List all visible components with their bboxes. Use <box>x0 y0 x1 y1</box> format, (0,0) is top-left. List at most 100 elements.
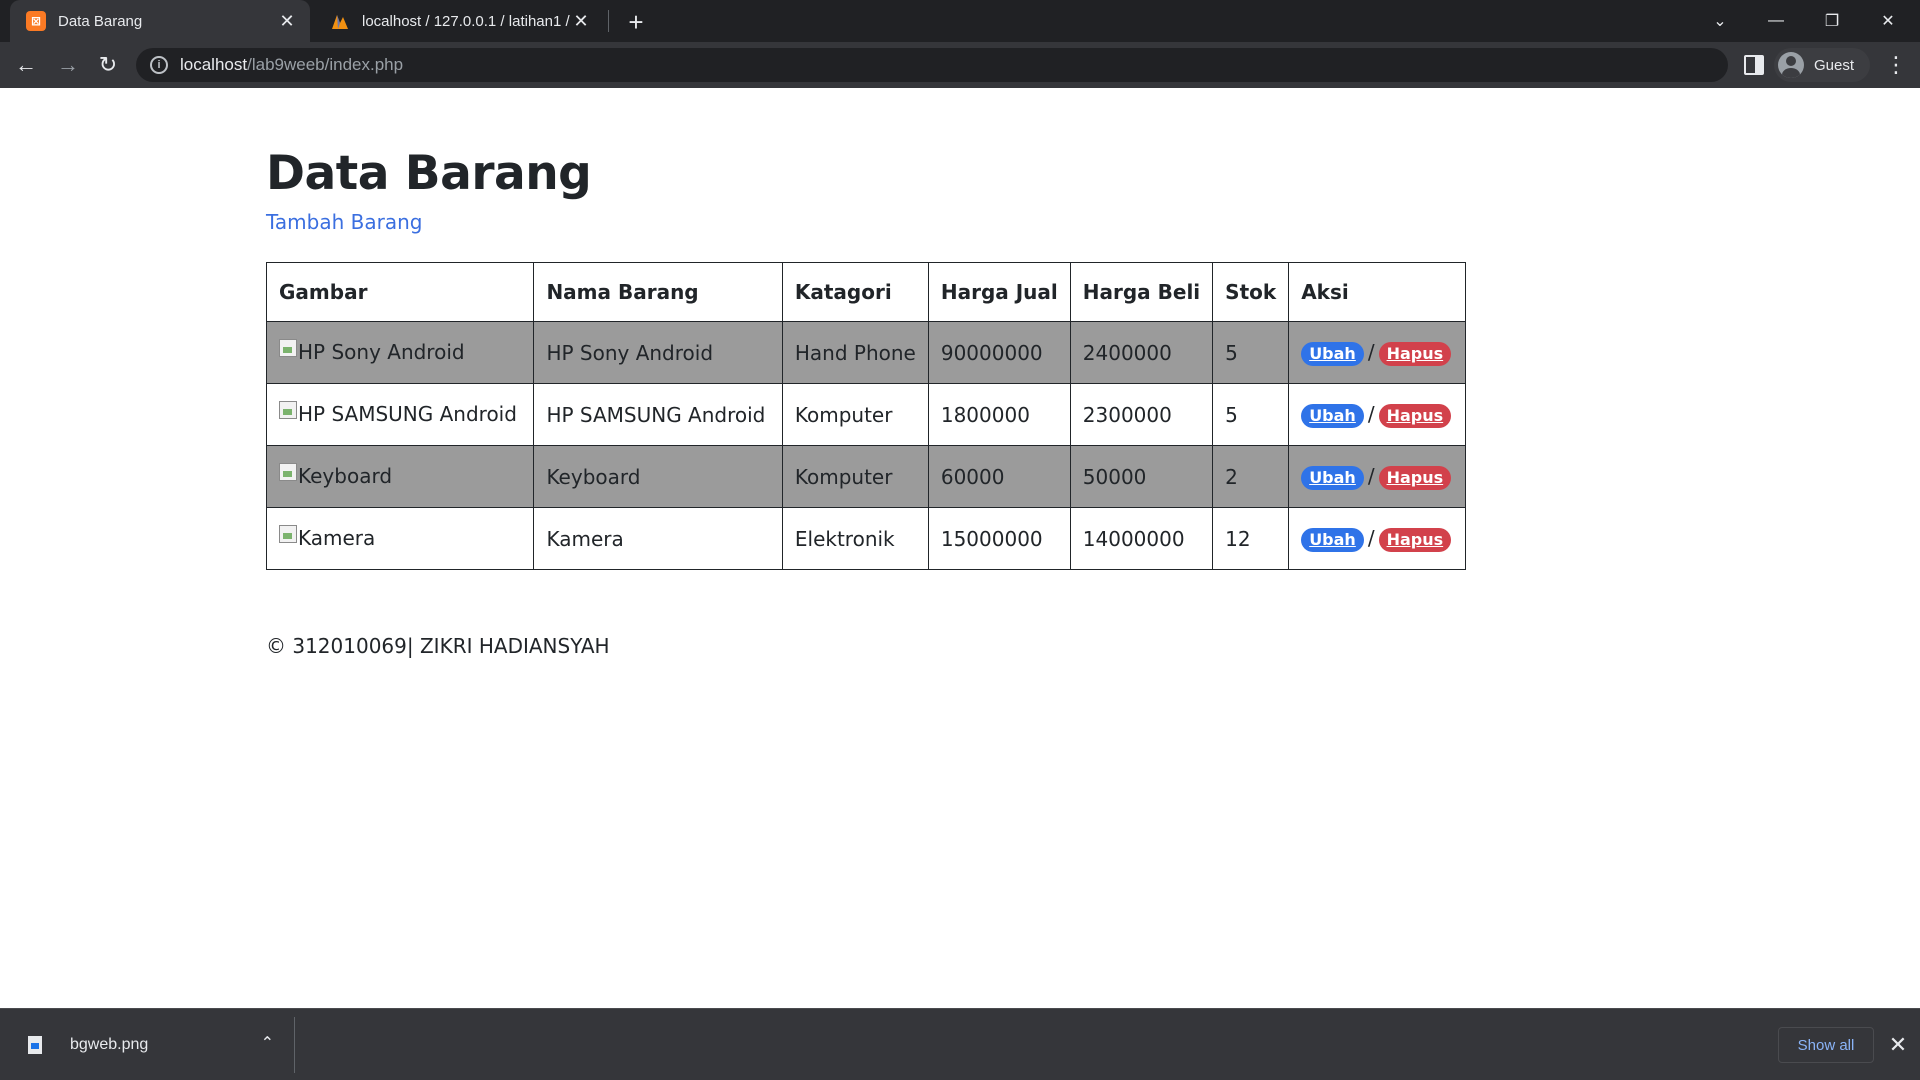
sell-price-cell: 60000 <box>927 445 1071 509</box>
download-file-name: bgweb.png <box>70 1036 149 1053</box>
stock-cell: 2 <box>1212 445 1290 509</box>
delete-button[interactable]: Hapus <box>1378 528 1452 552</box>
image-alt-text: Kamera <box>298 525 376 550</box>
name-cell: HP Sony Android <box>533 321 783 385</box>
restore-button[interactable]: ❐ <box>1804 0 1860 42</box>
stock-cell: 5 <box>1212 383 1290 447</box>
table-row: Keyboard Keyboard Komputer 60000 50000 2… <box>265 445 1466 509</box>
image-cell: Keyboard <box>265 445 535 509</box>
column-header: Aksi <box>1288 262 1466 323</box>
close-icon[interactable]: ✕ <box>276 10 298 32</box>
reload-button[interactable]: ↻ <box>92 49 124 81</box>
action-separator: / <box>1367 402 1375 427</box>
column-header: Stok <box>1212 262 1290 323</box>
buy-price-cell: 14000000 <box>1069 507 1214 571</box>
avatar-icon <box>1778 52 1804 78</box>
profile-button[interactable]: Guest <box>1774 48 1870 82</box>
close-icon[interactable]: ✕ <box>1884 1031 1912 1059</box>
xampp-icon: ⊠ <box>26 11 46 31</box>
address-bar[interactable]: i localhost/lab9weeb/index.php <box>136 48 1728 82</box>
menu-kebab-icon[interactable]: ⋮ <box>1880 49 1912 81</box>
broken-image-icon <box>279 400 297 419</box>
action-cell: Ubah / Hapus <box>1288 383 1466 447</box>
name-cell: HP SAMSUNG Android <box>533 383 783 447</box>
tab-data-barang[interactable]: ⊠ Data Barang ✕ <box>10 0 310 42</box>
action-cell: Ubah / Hapus <box>1288 321 1466 385</box>
footer-copyright: © 312010069| ZIKRI HADIANSYAH <box>266 634 610 659</box>
page-title: Data Barang <box>266 146 592 201</box>
sell-price-cell: 15000000 <box>927 507 1071 571</box>
download-divider <box>294 1017 295 1073</box>
chevron-up-icon[interactable]: ⌃ <box>261 1033 274 1053</box>
column-header: Nama Barang <box>533 262 783 323</box>
tab-divider <box>608 10 609 32</box>
image-alt-text: HP SAMSUNG Android <box>298 401 517 426</box>
buy-price-cell: 50000 <box>1069 445 1214 509</box>
browser-toolbar: ← → ↻ i localhost/lab9weeb/index.php Gue… <box>0 42 1920 88</box>
broken-image-icon <box>279 524 297 543</box>
minimize-button[interactable]: — <box>1748 0 1804 42</box>
column-header: Harga Beli <box>1069 262 1214 323</box>
action-separator: / <box>1367 464 1375 489</box>
download-item[interactable]: bgweb.png ⌃ <box>0 1009 294 1080</box>
phpmyadmin-icon <box>330 11 350 31</box>
column-header: Harga Jual <box>927 262 1071 323</box>
sell-price-cell: 90000000 <box>927 321 1071 385</box>
file-icon <box>28 1036 42 1054</box>
image-cell: HP SAMSUNG Android <box>265 383 535 447</box>
category-cell: Elektronik <box>781 507 929 571</box>
action-cell: Ubah / Hapus <box>1288 507 1466 571</box>
image-cell: Kamera <box>265 507 535 571</box>
action-separator: / <box>1367 340 1375 365</box>
tab-title: localhost / 127.0.0.1 / latihan1 / d <box>362 12 570 30</box>
side-panel-icon[interactable] <box>1744 55 1764 75</box>
edit-button[interactable]: Ubah <box>1301 466 1364 490</box>
edit-button[interactable]: Ubah <box>1301 404 1364 428</box>
edit-button[interactable]: Ubah <box>1301 528 1364 552</box>
profile-label: Guest <box>1814 56 1855 74</box>
action-separator: / <box>1367 526 1375 551</box>
image-cell: HP Sony Android <box>265 321 535 385</box>
delete-button[interactable]: Hapus <box>1378 342 1452 366</box>
url-text[interactable]: localhost/lab9weeb/index.php <box>180 55 403 75</box>
stock-cell: 12 <box>1212 507 1290 571</box>
delete-button[interactable]: Hapus <box>1378 404 1452 428</box>
column-header: Gambar <box>265 262 535 323</box>
close-icon[interactable]: ✕ <box>570 10 592 32</box>
image-alt-text: Keyboard <box>298 463 393 488</box>
edit-button[interactable]: Ubah <box>1301 342 1364 366</box>
tab-title: Data Barang <box>58 12 143 30</box>
tab-strip: ⊠ Data Barang ✕ localhost / 127.0.0.1 / … <box>0 0 1920 42</box>
forward-button[interactable]: → <box>52 49 84 81</box>
category-cell: Hand Phone <box>781 321 929 385</box>
delete-button[interactable]: Hapus <box>1378 466 1452 490</box>
table-row: HP SAMSUNG Android HP SAMSUNG Android Ko… <box>265 383 1466 447</box>
show-all-button[interactable]: Show all <box>1778 1027 1874 1063</box>
table-row: Kamera Kamera Elektronik 15000000 140000… <box>265 507 1466 571</box>
add-item-link[interactable]: Tambah Barang <box>266 210 422 234</box>
site-info-icon[interactable]: i <box>150 56 168 74</box>
table-header-row: Gambar Nama Barang Katagori Harga Jual H… <box>265 262 1466 323</box>
broken-image-icon <box>279 462 297 481</box>
download-shelf: bgweb.png ⌃ Show all ✕ <box>0 1008 1920 1080</box>
action-cell: Ubah / Hapus <box>1288 445 1466 509</box>
broken-image-icon <box>279 338 297 357</box>
category-cell: Komputer <box>781 445 929 509</box>
name-cell: Keyboard <box>533 445 783 509</box>
category-cell: Komputer <box>781 383 929 447</box>
buy-price-cell: 2400000 <box>1069 321 1214 385</box>
tab-phpmyadmin[interactable]: localhost / 127.0.0.1 / latihan1 / d ✕ <box>314 0 604 42</box>
new-tab-button[interactable]: + <box>622 7 650 37</box>
column-header: Katagori <box>781 262 929 323</box>
table-row: HP Sony Android HP Sony Android Hand Pho… <box>265 321 1466 385</box>
back-button[interactable]: ← <box>10 49 42 81</box>
sell-price-cell: 1800000 <box>927 383 1071 447</box>
image-alt-text: HP Sony Android <box>298 339 465 364</box>
name-cell: Kamera <box>533 507 783 571</box>
page-content: Data Barang Tambah Barang Gambar Nama Ba… <box>0 88 1920 1008</box>
items-table: Gambar Nama Barang Katagori Harga Jual H… <box>265 262 1466 571</box>
buy-price-cell: 2300000 <box>1069 383 1214 447</box>
tab-search-chevron-icon[interactable]: ⌄ <box>1692 0 1748 42</box>
window-close-button[interactable]: ✕ <box>1860 0 1916 42</box>
stock-cell: 5 <box>1212 321 1290 385</box>
